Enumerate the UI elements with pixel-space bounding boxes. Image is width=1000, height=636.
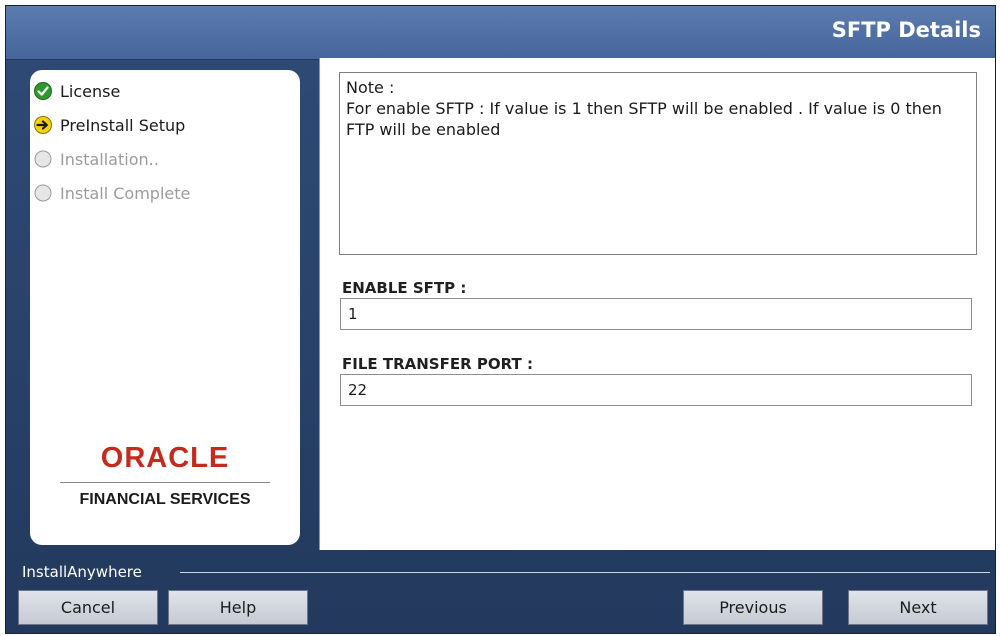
empty-circle-icon [34,150,52,168]
logo-subtitle: FINANCIAL SERVICES [79,491,251,508]
empty-circle-icon [34,184,52,202]
note-text: For enable SFTP : If value is 1 then SFT… [346,99,942,139]
step-preinstall-setup: PreInstall Setup [34,108,190,142]
help-button[interactable]: Help [168,590,308,625]
note-box: Note : For enable SFTP : If value is 1 t… [339,72,977,255]
note-heading: Note : [346,78,395,97]
cancel-button-label: Cancel [60,598,116,617]
step-license: License [34,74,190,108]
enable-sftp-input[interactable] [340,298,972,330]
oracle-logo: ORACLE FINANCIAL SERVICES [60,442,270,509]
previous-button-label: Previous [719,598,787,617]
next-button-label: Next [899,598,937,617]
step-label: PreInstall Setup [60,115,186,135]
arrow-circle-icon [34,116,52,134]
content-panel: Note : For enable SFTP : If value is 1 t… [319,58,995,550]
cancel-button[interactable]: Cancel [18,590,158,625]
next-button[interactable]: Next [848,590,988,625]
step-label: License [60,81,121,101]
help-button-label: Help [219,598,257,617]
file-transfer-port-label: FILE TRANSFER PORT : [342,355,533,373]
step-label: Install Complete [60,183,191,203]
check-circle-icon [34,82,52,100]
page-title: SFTP Details [831,18,981,42]
enable-sftp-label: ENABLE SFTP : [342,279,467,297]
file-transfer-port-input[interactable] [340,374,972,406]
header-bar: SFTP Details [6,6,995,60]
logo-divider [60,482,270,483]
footer-divider [180,572,990,573]
steps-panel: License PreInstall Setup Installation.. … [30,70,300,545]
step-install-complete: Install Complete [34,176,190,210]
step-label: Installation.. [60,149,159,169]
installanywhere-label: InstallAnywhere [22,563,142,581]
logo-brand: ORACLE [100,442,230,474]
step-installation: Installation.. [34,142,190,176]
steps-list: License PreInstall Setup Installation.. … [34,74,190,210]
previous-button[interactable]: Previous [683,590,823,625]
installer-window: SFTP Details License PreInstall Setup In… [5,5,996,634]
